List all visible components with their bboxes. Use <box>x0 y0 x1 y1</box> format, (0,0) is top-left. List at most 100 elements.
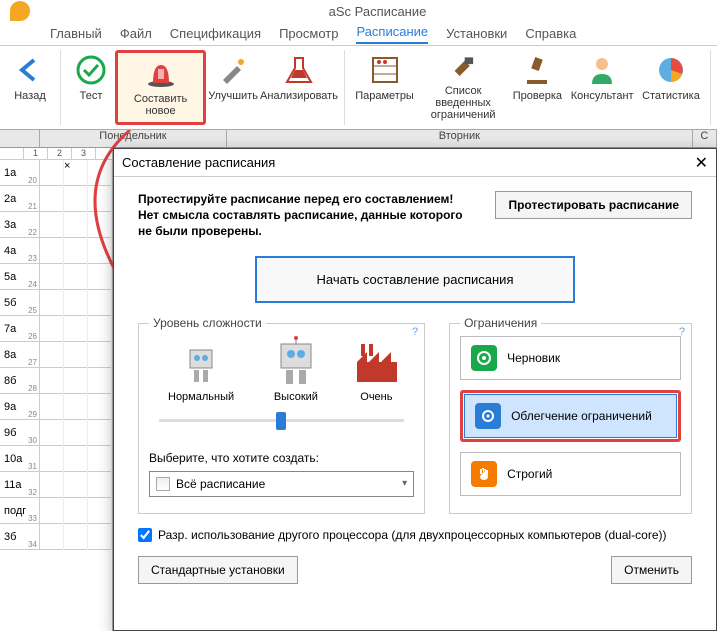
class-label: 3а22 <box>0 212 40 237</box>
check-shield-icon <box>75 54 107 86</box>
day-header: Понедельник Вторник С <box>0 130 717 148</box>
diff-very-label: Очень <box>360 391 392 403</box>
constraint-relax[interactable]: Облегчение ограничений <box>464 394 677 438</box>
constraint-relax-label: Облегчение ограничений <box>511 409 652 423</box>
defaults-button[interactable]: Стандартные установки <box>138 556 298 584</box>
scope-value: Всё расписание <box>176 477 265 491</box>
gavel-icon <box>521 54 553 86</box>
class-label: 5а24 <box>0 264 40 289</box>
timetable-rows: 123 1а20×2а213а224а235а245б257а268а278б2… <box>0 148 113 631</box>
constraints-fieldset: Ограничения ? Черновик Облегчение ограни… <box>449 323 692 514</box>
diff-normal-label: Нормальный <box>168 391 234 403</box>
back-button[interactable]: Назад <box>6 50 54 125</box>
tab-schedule[interactable]: Расписание <box>356 24 428 44</box>
consultant-label: Консультант <box>571 90 634 102</box>
dualcore-checkbox-row[interactable]: Разр. использование другого процессора (… <box>138 528 692 542</box>
test-schedule-button[interactable]: Протестировать расписание <box>495 191 692 219</box>
class-label: 1а20 <box>0 160 40 185</box>
test-label: Тест <box>80 90 103 102</box>
constraint-strict-label: Строгий <box>507 467 552 481</box>
day-mon: Понедельник <box>40 130 227 147</box>
difficulty-normal[interactable]: Нормальный <box>149 336 253 403</box>
constraints-legend: Ограничения <box>460 316 541 330</box>
help-icon[interactable]: ? <box>679 326 685 338</box>
difficulty-very[interactable]: Очень <box>339 336 414 403</box>
generate-dialog: Составление расписания ✕ Протестируйте р… <box>113 148 717 631</box>
improve-button[interactable]: Улучшить <box>206 50 260 125</box>
diff-high-label: Высокий <box>274 391 318 403</box>
class-row: 2а21 <box>0 186 112 212</box>
back-label: Назад <box>14 90 46 102</box>
sparkle-icon <box>217 54 249 86</box>
tab-view[interactable]: Просмотр <box>279 26 338 41</box>
person-icon <box>586 54 618 86</box>
scope-combobox[interactable]: Всё расписание ▾ <box>149 471 414 497</box>
class-label: подг33 <box>0 498 40 523</box>
chevron-down-icon: ▾ <box>402 478 407 489</box>
class-label: 7а26 <box>0 316 40 341</box>
target-icon <box>471 345 497 371</box>
dualcore-label: Разр. использование другого процессора (… <box>158 528 667 542</box>
select-label: Выберите, что хотите создать: <box>149 451 414 465</box>
class-label: 4а23 <box>0 238 40 263</box>
generate-new-label: Составить новое <box>124 93 197 117</box>
tab-help[interactable]: Справка <box>525 26 576 41</box>
annotation-highlight: Облегчение ограничений <box>460 390 681 442</box>
tab-settings[interactable]: Установки <box>446 26 507 41</box>
robot-big-icon <box>269 336 323 384</box>
constraints-list-button[interactable]: Список введенных ограничений <box>418 50 508 125</box>
robot-small-icon <box>174 336 228 384</box>
constraints-list-label: Список введенных ограничений <box>424 85 502 121</box>
stats-button[interactable]: Статистика <box>638 50 704 125</box>
class-label: 9а29 <box>0 394 40 419</box>
class-label: 9б30 <box>0 420 40 445</box>
improve-label: Улучшить <box>208 90 258 102</box>
siren-icon <box>145 57 177 89</box>
class-row: подг33 <box>0 498 112 524</box>
class-row: 9б30 <box>0 420 112 446</box>
test-button[interactable]: Тест <box>67 50 115 125</box>
constraint-draft[interactable]: Черновик <box>460 336 681 380</box>
cancel-button[interactable]: Отменить <box>611 556 692 584</box>
calendar-icon <box>156 477 170 491</box>
constraint-strict[interactable]: Строгий <box>460 452 681 496</box>
class-label: 5б25 <box>0 290 40 315</box>
start-generation-button[interactable]: Начать составление расписания <box>255 256 576 303</box>
close-icon[interactable]: ✕ <box>695 153 708 173</box>
class-label: 8а27 <box>0 342 40 367</box>
class-row: 5а24 <box>0 264 112 290</box>
main-menu: Главный Файл Спецификация Просмотр Распи… <box>0 22 717 46</box>
class-row: 8б28 <box>0 368 112 394</box>
class-row: 11а32 <box>0 472 112 498</box>
class-label: 2а21 <box>0 186 40 211</box>
help-icon[interactable]: ? <box>412 326 418 338</box>
class-row: 4а23 <box>0 238 112 264</box>
dualcore-checkbox[interactable] <box>138 528 152 542</box>
check-button[interactable]: Проверка <box>508 50 566 125</box>
tab-spec[interactable]: Спецификация <box>170 26 261 41</box>
difficulty-legend: Уровень сложности <box>149 316 266 330</box>
tab-file[interactable]: Файл <box>120 26 152 41</box>
factory-icon <box>349 336 403 384</box>
gear-icon <box>475 403 501 429</box>
abacus-icon <box>369 54 401 86</box>
dialog-title: Составление расписания <box>122 155 275 170</box>
class-row: 1а20× <box>0 160 112 186</box>
arrow-left-icon <box>14 54 46 86</box>
constraint-draft-label: Черновик <box>507 351 560 365</box>
class-row: 8а27 <box>0 342 112 368</box>
tab-main[interactable]: Главный <box>50 26 102 41</box>
difficulty-slider[interactable] <box>149 409 414 433</box>
analyze-button[interactable]: Анализировать <box>260 50 338 125</box>
params-button[interactable]: Параметры <box>351 50 418 125</box>
warning-text: Протестируйте расписание перед его соста… <box>138 191 479 240</box>
difficulty-fieldset: Уровень сложности ? Нормальный Высокий О… <box>138 323 425 514</box>
class-label: 8б28 <box>0 368 40 393</box>
day-tue: Вторник <box>227 130 693 147</box>
consultant-button[interactable]: Консультант <box>567 50 638 125</box>
generate-new-button[interactable]: Составить новое <box>115 50 206 125</box>
difficulty-high[interactable]: Высокий <box>253 336 339 403</box>
check-label: Проверка <box>513 90 562 102</box>
class-row: 5б25 <box>0 290 112 316</box>
stats-label: Статистика <box>642 90 700 102</box>
